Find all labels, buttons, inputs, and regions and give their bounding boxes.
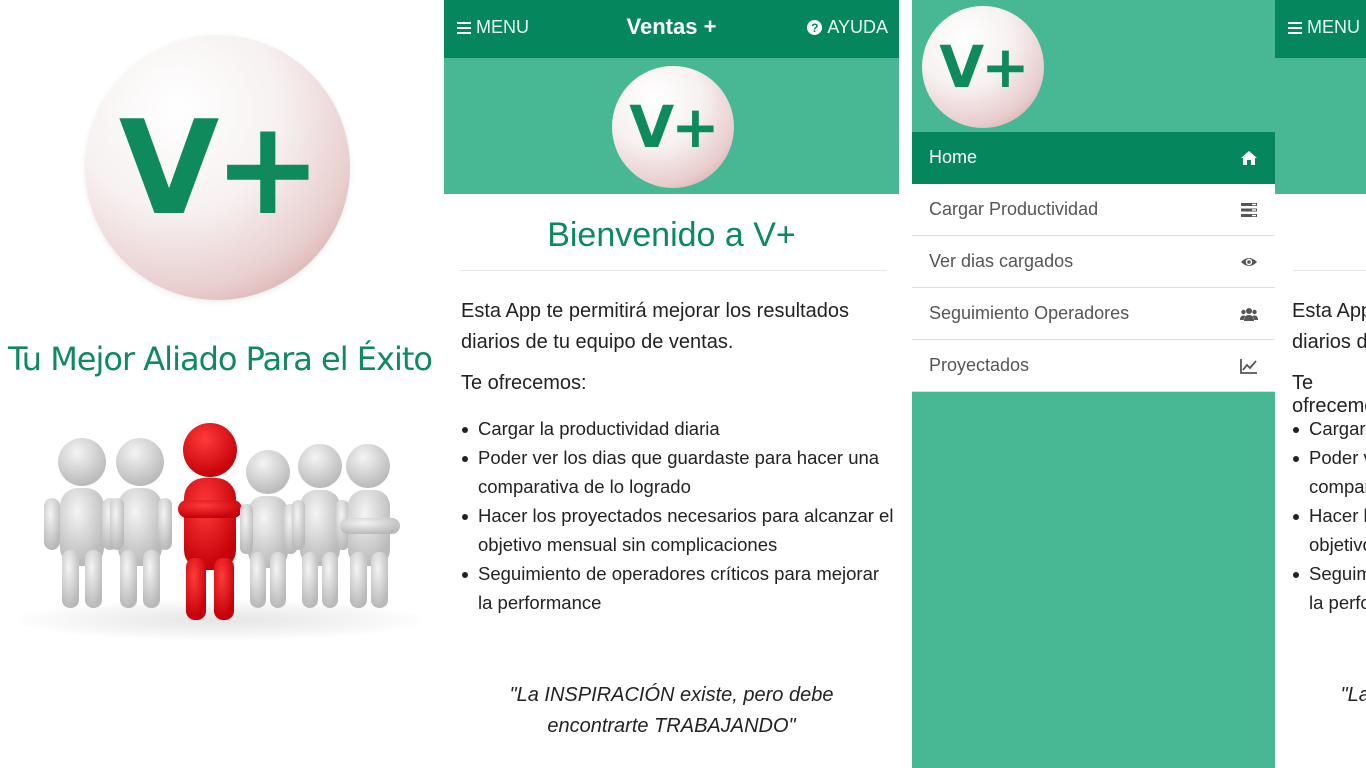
- quote-text: "La INSPIRACIÓN existe, pero debe encont…: [1340, 684, 1366, 706]
- splash-panel: V+ Tu Mejor Aliado Para el Éxito: [0, 0, 440, 768]
- feature-item: Hacer los proyectados necesarios para al…: [462, 501, 898, 559]
- help-button[interactable]: ? AYUDA: [807, 17, 888, 38]
- home-icon: [1241, 151, 1257, 165]
- quote-text: "La INSPIRACIÓN existe, pero debe encont…: [509, 684, 834, 737]
- app-logo-text: V+: [118, 91, 323, 244]
- app-logo: V+: [612, 66, 734, 188]
- app-logo-text: V+: [629, 93, 720, 161]
- nav-item-seguimiento-operadores[interactable]: Seguimiento Operadores: [912, 288, 1275, 340]
- home-screen: MENU Ventas + ? AYUDA V+ Bienvenido a V+…: [444, 0, 899, 768]
- logo-banner: [1275, 58, 1366, 194]
- nav-item-label: Proyectados: [929, 355, 1030, 375]
- feature-item: Poder ver los dias que guardaste para ha…: [462, 443, 898, 501]
- feature-item: Cargar la productividad diaria: [462, 414, 898, 443]
- welcome-heading: Bienvenido a V+: [547, 216, 796, 254]
- hamburger-icon: [1288, 21, 1302, 34]
- app-showcase: V+ Tu Mejor Aliado Para el Éxito MENU Ve…: [0, 0, 1366, 768]
- side-menu-panel: V+ Home Cargar Productividad Ver dias ca…: [912, 0, 1275, 768]
- nav-item-label: Cargar Productividad: [929, 199, 1099, 219]
- nav-item-label: Home: [929, 147, 978, 167]
- gray-figure: [340, 444, 400, 608]
- team-figures-illustration: [44, 423, 400, 620]
- feature-item: Poder ver los dias que guardaste para ha…: [1293, 443, 1366, 501]
- gray-figure: [110, 438, 172, 608]
- gray-figure: [44, 438, 118, 608]
- intro-text: Esta App te permitirá mejorar los result…: [461, 300, 849, 353]
- feature-item: Hacer los proyectados necesarios para al…: [1293, 501, 1366, 559]
- users-icon: [1240, 308, 1258, 321]
- offer-heading: Te ofrecemos:: [461, 372, 587, 394]
- home-screen-partial: MENU Esta App te permitirá mejorar los r…: [1275, 0, 1366, 768]
- nav-item-label: Seguimiento Operadores: [929, 303, 1130, 323]
- side-menu: Home Cargar Productividad Ver dias carga…: [912, 132, 1275, 392]
- inspiration-quote: "La INSPIRACIÓN existe, pero debe encont…: [1275, 680, 1366, 742]
- eye-icon: [1241, 258, 1257, 266]
- gray-figure: [240, 450, 297, 608]
- feature-item: Seguimiento de operadores críticos para …: [462, 559, 898, 617]
- offer-heading: Te ofrecemos:: [1292, 372, 1366, 417]
- nav-item-label: Ver dias cargados: [929, 251, 1074, 271]
- features-list: Cargar la productividad diaria Poder ver…: [1293, 414, 1366, 617]
- feature-item: Cargar la productividad diaria: [1293, 414, 1366, 443]
- app-logo: V+: [922, 6, 1044, 128]
- app-logo: V+: [85, 35, 350, 300]
- splash-tagline: Tu Mejor Aliado Para el Éxito: [8, 340, 433, 378]
- intro-text: Esta App te permitirá mejorar los result…: [1292, 300, 1366, 353]
- line-chart-icon: [1240, 359, 1257, 374]
- nav-item-ver-dias-cargados[interactable]: Ver dias cargados: [912, 236, 1275, 288]
- red-leader-figure: [178, 423, 242, 620]
- question-circle-icon: ?: [807, 20, 823, 35]
- features-list: Cargar la productividad diaria Poder ver…: [462, 414, 898, 617]
- feature-item: Seguimiento de operadores críticos para …: [1293, 559, 1366, 617]
- top-bar: MENU Ventas + ? AYUDA: [444, 0, 899, 58]
- app-logo-text: V+: [939, 33, 1030, 101]
- nav-item-home[interactable]: Home: [912, 132, 1275, 184]
- menu-label: MENU: [1307, 17, 1360, 37]
- menu-button[interactable]: MENU: [1288, 17, 1360, 38]
- nav-item-proyectados[interactable]: Proyectados: [912, 340, 1275, 392]
- logo-banner: V+: [444, 58, 899, 194]
- divider: [1293, 270, 1366, 271]
- list-icon: [1241, 203, 1257, 217]
- divider: [460, 270, 887, 271]
- help-label: AYUDA: [827, 17, 888, 37]
- nav-item-cargar-productividad[interactable]: Cargar Productividad: [912, 184, 1275, 236]
- inspiration-quote: "La INSPIRACIÓN existe, pero debe encont…: [444, 680, 899, 742]
- top-bar: MENU: [1275, 0, 1366, 58]
